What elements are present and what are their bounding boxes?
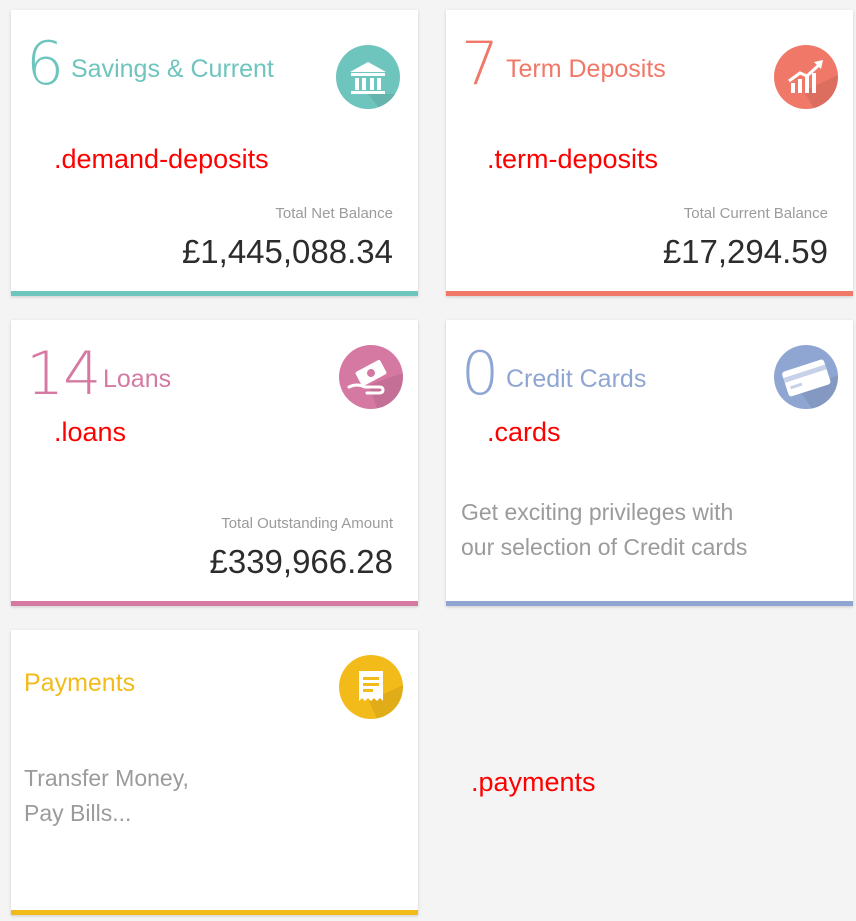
term-deposits-class-label: .term-deposits bbox=[487, 144, 659, 174]
payments-description-line-1: Transfer Money, bbox=[24, 765, 189, 791]
credit-cards-accent-bar bbox=[446, 601, 853, 606]
bank-icon bbox=[336, 45, 400, 109]
payments-class-label: .payments bbox=[471, 767, 596, 797]
total-current-balance-value: £17,294.59 bbox=[662, 233, 828, 270]
credit-cards-card[interactable]: 0 Credit Cards Get exciting privileges w… bbox=[446, 320, 853, 606]
total-net-balance-value: £1,445,088.34 bbox=[181, 233, 393, 270]
payments-description-line-2: Pay Bills... bbox=[24, 800, 132, 826]
credit-cards-description-line-1: Get exciting privileges with bbox=[461, 499, 734, 525]
total-outstanding-amount-value: £339,966.28 bbox=[209, 543, 393, 580]
total-current-balance-label: Total Current Balance bbox=[683, 205, 828, 222]
total-outstanding-amount-label: Total Outstanding Amount bbox=[221, 515, 393, 532]
demand-deposits-class-label: .demand-deposits bbox=[54, 144, 269, 174]
payments-accent-bar bbox=[11, 910, 418, 915]
payments-title: Payments bbox=[24, 669, 136, 697]
credit-card-icon bbox=[774, 345, 838, 409]
demand-deposits-title: Savings & Current bbox=[71, 55, 274, 83]
loans-class-label: .loans bbox=[54, 417, 127, 447]
loans-count: 14 bbox=[26, 339, 101, 409]
payments-description: Transfer Money, Pay Bills... bbox=[24, 761, 189, 831]
credit-cards-title: Credit Cards bbox=[506, 365, 647, 393]
term-deposits-count: 7 bbox=[461, 29, 499, 99]
term-deposits-accent-bar bbox=[446, 291, 853, 296]
total-net-balance-label: Total Net Balance bbox=[275, 205, 393, 222]
term-deposits-title: Term Deposits bbox=[506, 55, 666, 83]
receipt-icon bbox=[339, 655, 403, 719]
dashboard-canvas: 6 Savings & Current Total Net Balance £1… bbox=[0, 0, 856, 921]
loans-title: Loans bbox=[103, 365, 172, 393]
growth-chart-icon bbox=[774, 45, 838, 109]
credit-cards-description: Get exciting privileges with our selecti… bbox=[461, 495, 747, 565]
credit-cards-count: 0 bbox=[461, 339, 499, 409]
payments-card[interactable]: Payments Transfer Money, Pay Bills... bbox=[11, 630, 418, 915]
credit-cards-description-line-2: our selection of Credit cards bbox=[461, 534, 748, 560]
cards-class-label: .cards bbox=[487, 417, 561, 447]
demand-deposits-accent-bar bbox=[11, 291, 418, 296]
loans-accent-bar bbox=[11, 601, 418, 606]
hand-money-icon bbox=[339, 345, 403, 409]
demand-deposits-count: 6 bbox=[26, 29, 64, 99]
loans-card[interactable]: 14 Loans Total Outstanding Amount £339,9… bbox=[11, 320, 418, 606]
